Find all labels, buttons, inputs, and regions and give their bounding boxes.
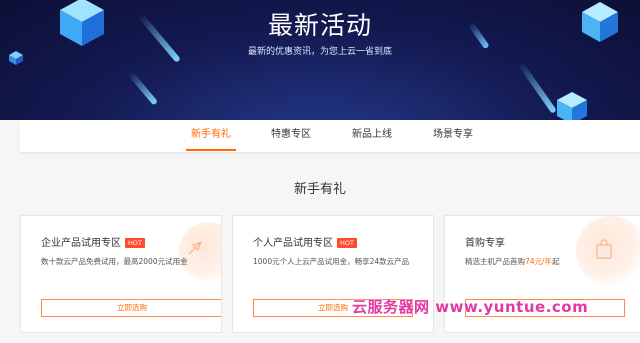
tab-newbie-gifts[interactable]: 新手有礼 (186, 120, 236, 152)
page-title: 最新活动 (267, 11, 372, 40)
cube-decoration-icon (557, 92, 587, 120)
card-title: 首购专享 (465, 238, 505, 249)
light-streak (517, 61, 557, 114)
card-title: 个人产品试用专区 HOT (253, 234, 357, 249)
watermark: 云服务器网 www.yuntue.com (352, 298, 589, 316)
tab-new-products[interactable]: 新品上线 (347, 120, 397, 152)
desc-text: 起 (552, 257, 560, 266)
hot-badge: HOT (337, 238, 357, 248)
category-tabs: 新手有礼 特惠专区 新品上线 场景专享 (20, 120, 640, 153)
light-streak (127, 71, 159, 106)
card-title-text: 个人产品试用专区 (253, 238, 333, 249)
card-title: 企业产品试用专区 HOT (41, 234, 145, 249)
shopping-bag-icon (596, 239, 612, 259)
card-title-text: 企业产品试用专区 (41, 238, 121, 249)
buy-now-button[interactable]: 立即选购 (41, 299, 221, 317)
hot-badge: HOT (125, 238, 145, 248)
hero-banner: 最新活动 最新的优惠资讯，为您上云一省到底 (0, 0, 640, 120)
tab-scenario-exclusive[interactable]: 场景专享 (428, 120, 478, 152)
page-subtitle: 最新的优惠资讯，为您上云一省到底 (247, 47, 392, 57)
rocket-icon (188, 241, 202, 255)
card-description: 精选主机产品首购74元/年起 (465, 256, 560, 267)
desc-text: 精选主机产品首购 (465, 257, 525, 266)
tab-special-offers[interactable]: 特惠专区 (266, 120, 316, 152)
price-highlight: 74元/年 (525, 257, 553, 266)
card-enterprise-trial[interactable]: 企业产品试用专区 HOT 数十款云产品免费试用，最高2000元试用金 立即选购 (20, 215, 222, 333)
section-title: 新手有礼 (293, 182, 346, 197)
card-description: 1000元个人上云产品试用金，畅享24款云产品 (253, 257, 410, 266)
card-description: 数十款云产品免费试用，最高2000元试用金 (41, 257, 188, 266)
